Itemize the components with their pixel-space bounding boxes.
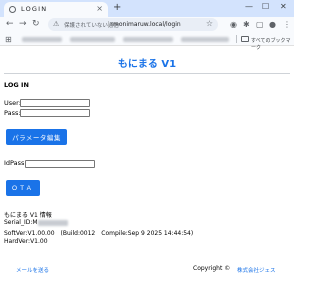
bookmark-item[interactable] xyxy=(123,37,173,42)
extension-icon[interactable]: ◉ xyxy=(230,20,237,29)
send-mail-link[interactable]: メールを送る xyxy=(16,266,49,274)
warning-icon[interactable]: ⚠ xyxy=(53,20,59,28)
new-tab-button[interactable]: + xyxy=(113,2,121,13)
url-text[interactable]: monimaruw.local/login xyxy=(113,21,181,28)
close-tab-icon[interactable]: × xyxy=(96,4,103,13)
tab-strip: LOGIN × + — ☐ ✕ xyxy=(0,0,294,17)
idpass-input[interactable] xyxy=(25,160,95,168)
star-icon[interactable]: ☆ xyxy=(206,19,213,28)
info-heading: もにまる V1 情報 xyxy=(4,212,52,219)
browser-toolbar: ← → ↻ ⚠ 保護されていない通信 monimaruw.local/login… xyxy=(0,17,294,33)
maximize-icon[interactable]: ☐ xyxy=(262,2,269,11)
pass-label: Pass: xyxy=(4,109,21,117)
tab-login[interactable]: LOGIN × xyxy=(4,2,108,17)
serial-label: Serial_ID:M xyxy=(4,219,38,226)
login-heading: LOG IN xyxy=(4,81,29,89)
window-close-icon[interactable]: ✕ xyxy=(280,2,287,11)
apps-icon[interactable]: ⊞ xyxy=(5,35,12,44)
forward-icon[interactable]: → xyxy=(19,19,27,29)
all-bookmarks-link[interactable]: すべてのブックマーク xyxy=(251,37,294,51)
bookmarks-bar: ⊞ すべてのブックマーク xyxy=(0,33,294,51)
page-title: もにまる V1 xyxy=(117,59,177,70)
profile-icon[interactable]: ● xyxy=(269,20,276,29)
hard-version: HardVer:V1.00 xyxy=(4,238,48,245)
ota-button[interactable]: OTA xyxy=(6,180,40,196)
user-label: User: xyxy=(4,99,21,107)
minimize-icon[interactable]: — xyxy=(245,2,253,11)
omnibox-divider xyxy=(108,21,109,28)
globe-icon xyxy=(9,6,16,13)
user-input[interactable] xyxy=(20,99,90,107)
idpass-label: IdPass: xyxy=(4,159,27,167)
reload-icon[interactable]: ↻ xyxy=(32,19,40,29)
serial-id: Serial_ID:M xyxy=(4,219,68,226)
bookmark-item[interactable] xyxy=(70,37,115,42)
param-edit-button[interactable]: パラメータ編集 xyxy=(6,129,67,145)
address-bar[interactable]: ⚠ 保護されていない通信 monimaruw.local/login ☆ xyxy=(48,18,218,31)
copyright-text: Copyright © xyxy=(193,265,231,272)
tab-title: LOGIN xyxy=(21,5,48,13)
redacted-serial xyxy=(37,219,68,226)
insecure-label[interactable]: 保護されていない通信 xyxy=(64,21,119,29)
bookmark-item[interactable] xyxy=(181,37,229,42)
sidepanel-icon[interactable]: ▢ xyxy=(256,20,264,29)
back-icon[interactable]: ← xyxy=(6,19,14,29)
title-divider xyxy=(4,73,290,74)
pass-input[interactable] xyxy=(20,109,90,117)
bookmarks-divider xyxy=(236,35,237,43)
company-link[interactable]: 株式会社ジェス xyxy=(237,266,276,274)
folder-icon[interactable] xyxy=(241,36,249,42)
soft-version: SoftVer:V1.00.00 (Build:0012 Compile:Sep… xyxy=(4,230,194,237)
puzzle-icon[interactable]: ✱ xyxy=(243,20,250,29)
bookmark-item[interactable] xyxy=(22,37,62,42)
menu-icon[interactable]: ⋮ xyxy=(283,20,291,29)
